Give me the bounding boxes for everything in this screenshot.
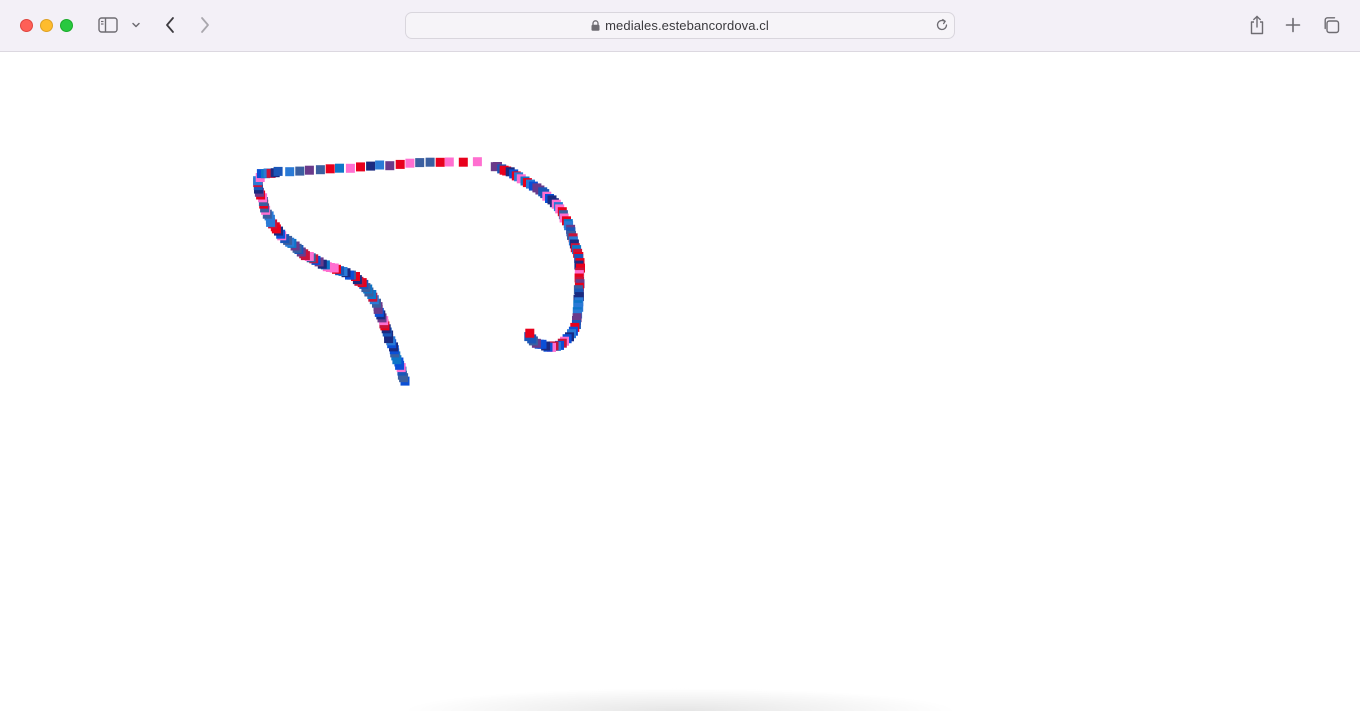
- stroke-square: [345, 163, 355, 173]
- stroke-square: [472, 157, 482, 167]
- stroke-square: [415, 158, 425, 168]
- address-bar[interactable]: mediales.estebancordova.cl: [405, 12, 955, 39]
- stroke-square: [335, 163, 344, 173]
- stroke-square: [295, 166, 305, 176]
- browser-toolbar: mediales.estebancordova.cl: [0, 0, 1360, 52]
- stroke-square: [375, 160, 385, 170]
- stroke-square: [315, 165, 325, 175]
- chevron-right-icon: [201, 17, 209, 33]
- plus-icon[interactable]: [1283, 15, 1303, 35]
- stroke-square: [304, 165, 314, 175]
- stroke-square: [273, 166, 283, 176]
- stroke-square: [325, 164, 335, 174]
- stroke-square: [356, 162, 365, 172]
- close-window-button[interactable]: [20, 19, 33, 32]
- lock-icon: [591, 20, 600, 31]
- stroke-square: [444, 157, 454, 167]
- stroke-square: [525, 328, 535, 338]
- stroke-square: [435, 157, 445, 167]
- stroke-square: [405, 158, 415, 168]
- tabs-overview-icon[interactable]: [1321, 15, 1341, 35]
- share-icon[interactable]: [1246, 14, 1268, 36]
- stroke-square: [458, 157, 468, 167]
- maximize-window-button[interactable]: [60, 19, 73, 32]
- chevron-down-icon[interactable]: [130, 19, 142, 31]
- stroke-square: [385, 161, 395, 171]
- stroke-square: [425, 157, 435, 167]
- stroke-square: [366, 161, 376, 171]
- reload-icon[interactable]: [935, 18, 949, 37]
- bottom-shadow: [400, 688, 960, 711]
- web-content: [0, 53, 1360, 711]
- forward-button[interactable]: [195, 15, 215, 35]
- sidebar-icon[interactable]: [96, 15, 120, 35]
- chevron-left-icon: [166, 17, 174, 33]
- stroke-square: [395, 159, 405, 169]
- back-button[interactable]: [160, 15, 180, 35]
- url-text: mediales.estebancordova.cl: [605, 18, 769, 33]
- minimize-window-button[interactable]: [40, 19, 53, 32]
- stroke-square: [285, 167, 295, 177]
- browser-window: mediales.estebancordova.cl: [0, 0, 1360, 711]
- drawing-canvas[interactable]: [0, 53, 1360, 711]
